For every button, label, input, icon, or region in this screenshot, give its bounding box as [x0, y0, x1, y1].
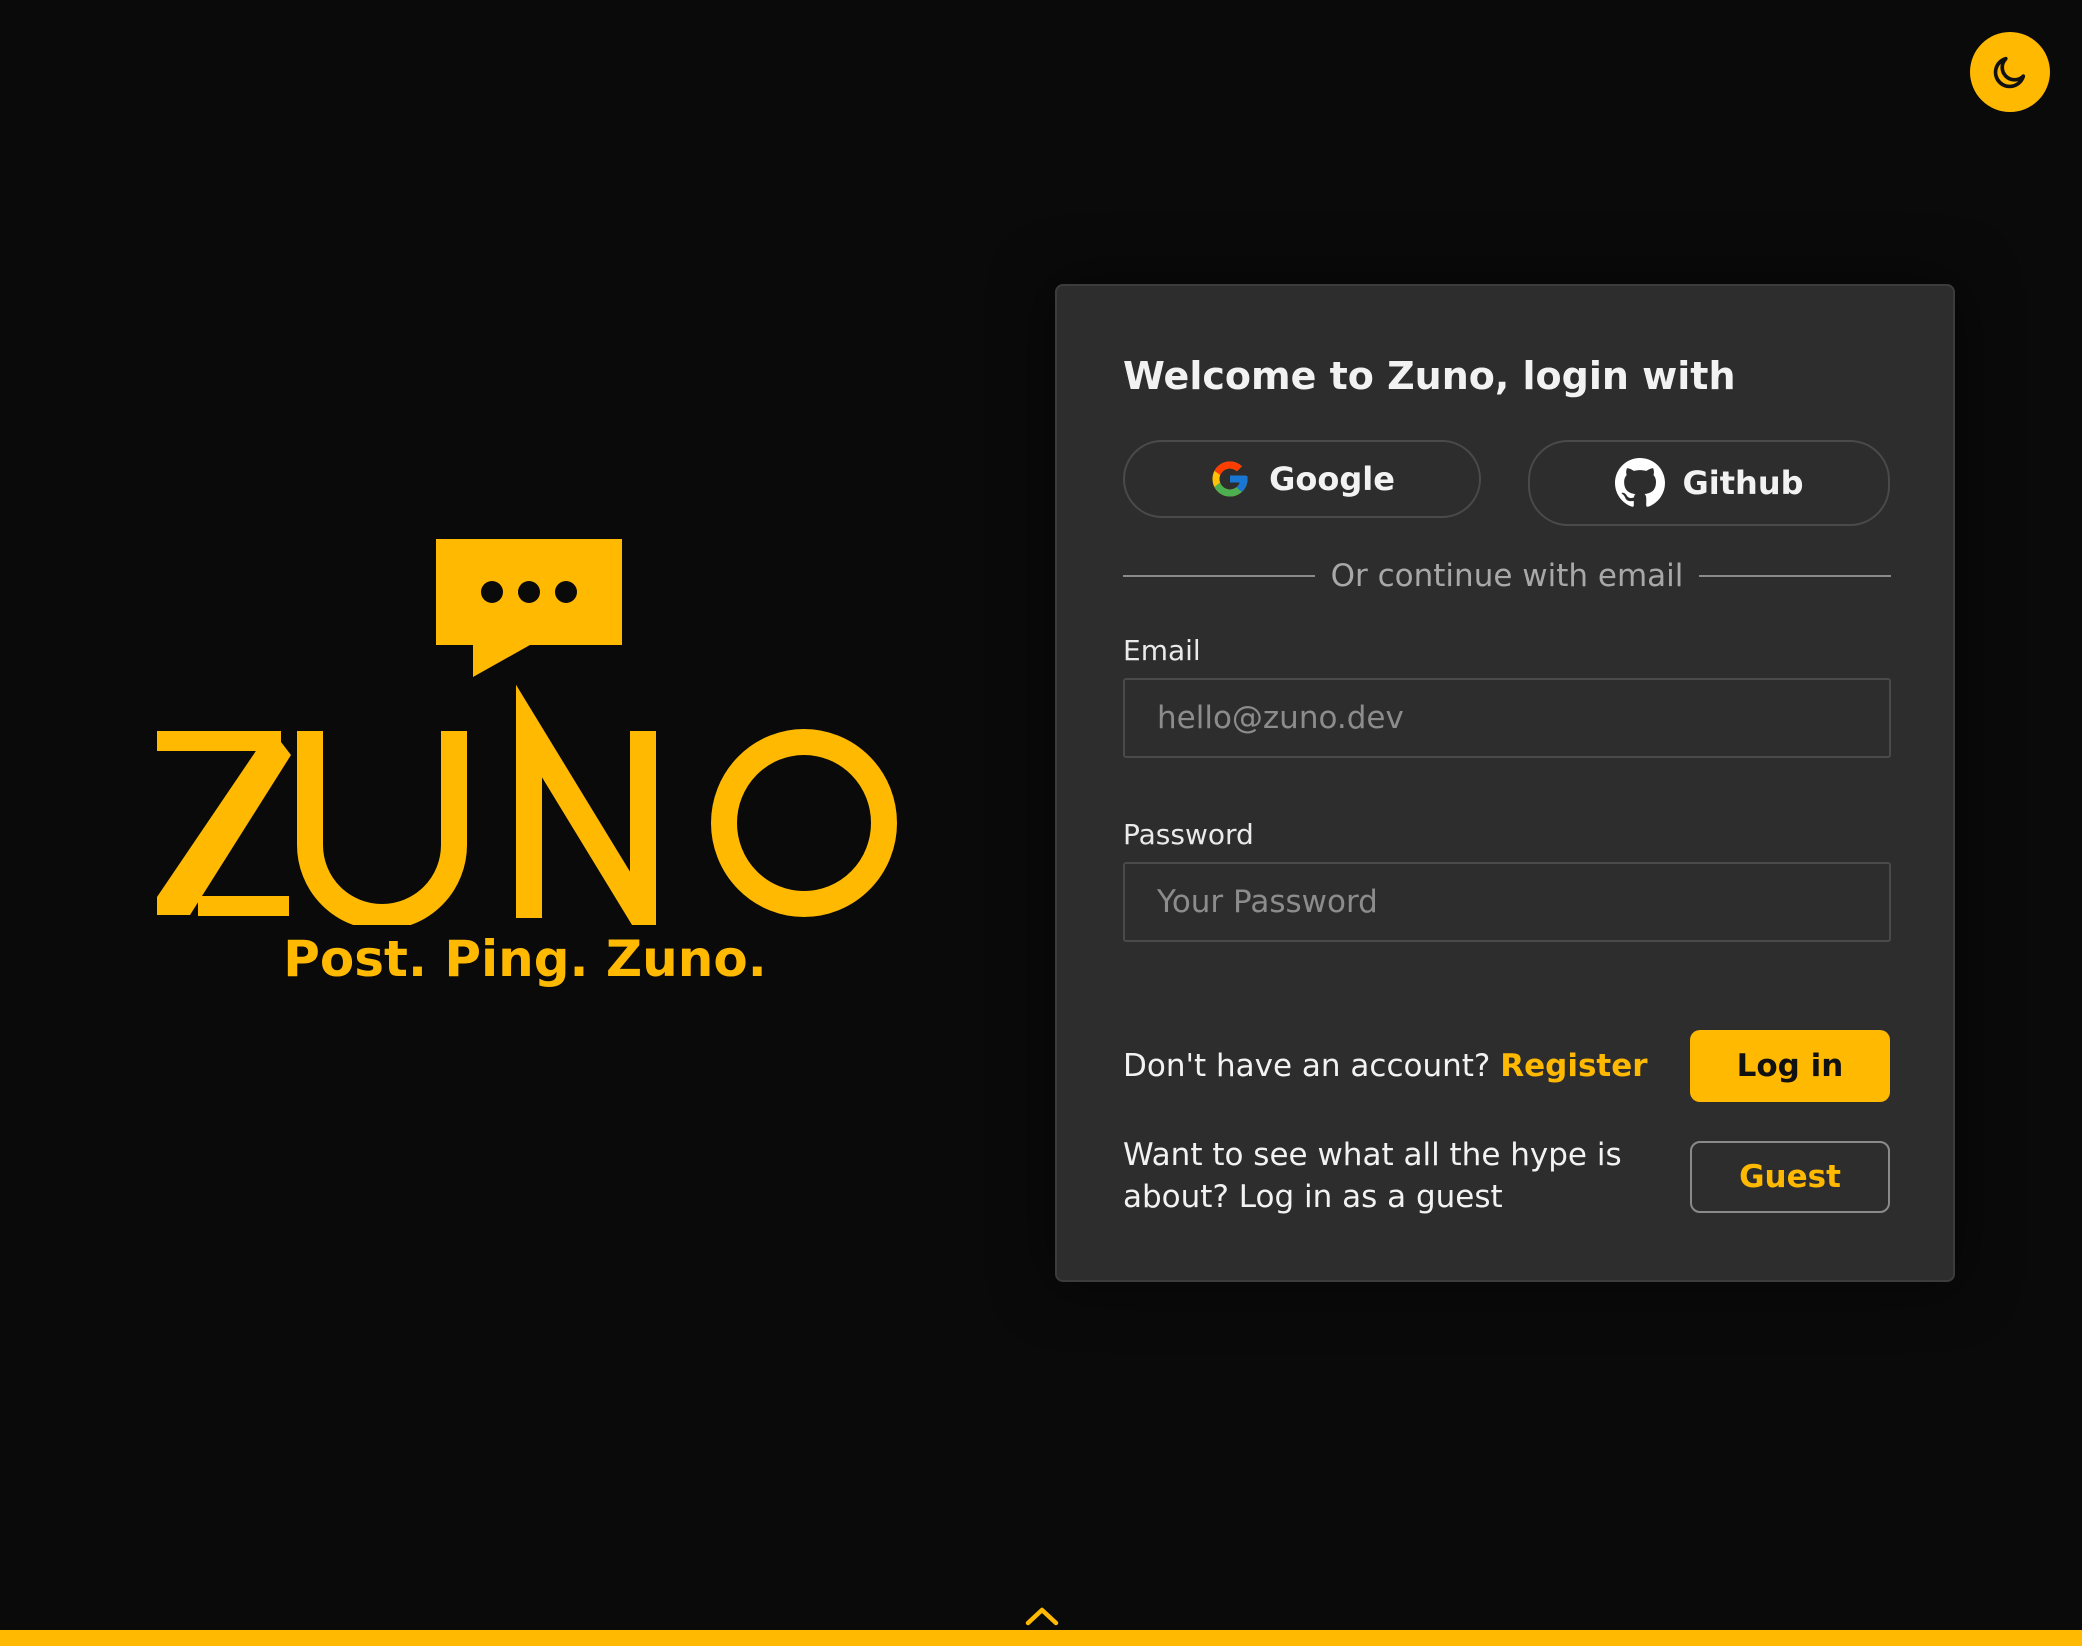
theme-toggle-button[interactable] [1970, 32, 2050, 112]
email-label: Email [1123, 634, 1201, 667]
register-link[interactable]: Register [1500, 1048, 1647, 1084]
wordmark-letter-n [516, 684, 656, 925]
login-button[interactable]: Log in [1690, 1030, 1890, 1102]
login-page: Post. Ping. Zuno. Welcome to Zuno, login… [0, 0, 2082, 1646]
guest-prompt: Want to see what all the hype is about? … [1123, 1137, 1622, 1215]
divider-line-right [1699, 575, 1892, 577]
register-prompt-text: Don't have an account? [1123, 1048, 1491, 1084]
github-login-button[interactable]: Github [1528, 440, 1890, 526]
chat-bubble-icon [436, 539, 622, 677]
wordmark-letter-u [297, 731, 467, 925]
login-card: Welcome to Zuno, login with Google Githu… [1055, 284, 1955, 1282]
chevron-up-icon[interactable] [1024, 1602, 1060, 1628]
password-input[interactable] [1123, 862, 1891, 942]
email-input[interactable] [1123, 678, 1891, 758]
login-title: Welcome to Zuno, login with [1123, 354, 1736, 398]
divider-text: Or continue with email [1330, 558, 1684, 594]
github-login-label: Github [1682, 464, 1804, 502]
wordmark-letter-o [711, 729, 897, 917]
password-label: Password [1123, 818, 1254, 851]
google-login-label: Google [1269, 460, 1395, 498]
wordmark-letter-z [157, 731, 291, 916]
guest-login-button[interactable]: Guest [1690, 1141, 1890, 1213]
bottom-accent-bar [0, 1630, 2082, 1646]
zuno-logo [157, 539, 897, 925]
tagline: Post. Ping. Zuno. [283, 930, 767, 988]
divider-line-left [1123, 575, 1315, 577]
register-prompt: Don't have an account? Register [1123, 1048, 1648, 1084]
google-login-button[interactable]: Google [1123, 440, 1481, 518]
moon-icon [1993, 56, 2026, 89]
brand-logo: Post. Ping. Zuno. [150, 535, 900, 995]
google-icon [1212, 461, 1248, 497]
github-icon [1614, 458, 1665, 507]
email-divider: Or continue with email [1123, 556, 1892, 596]
